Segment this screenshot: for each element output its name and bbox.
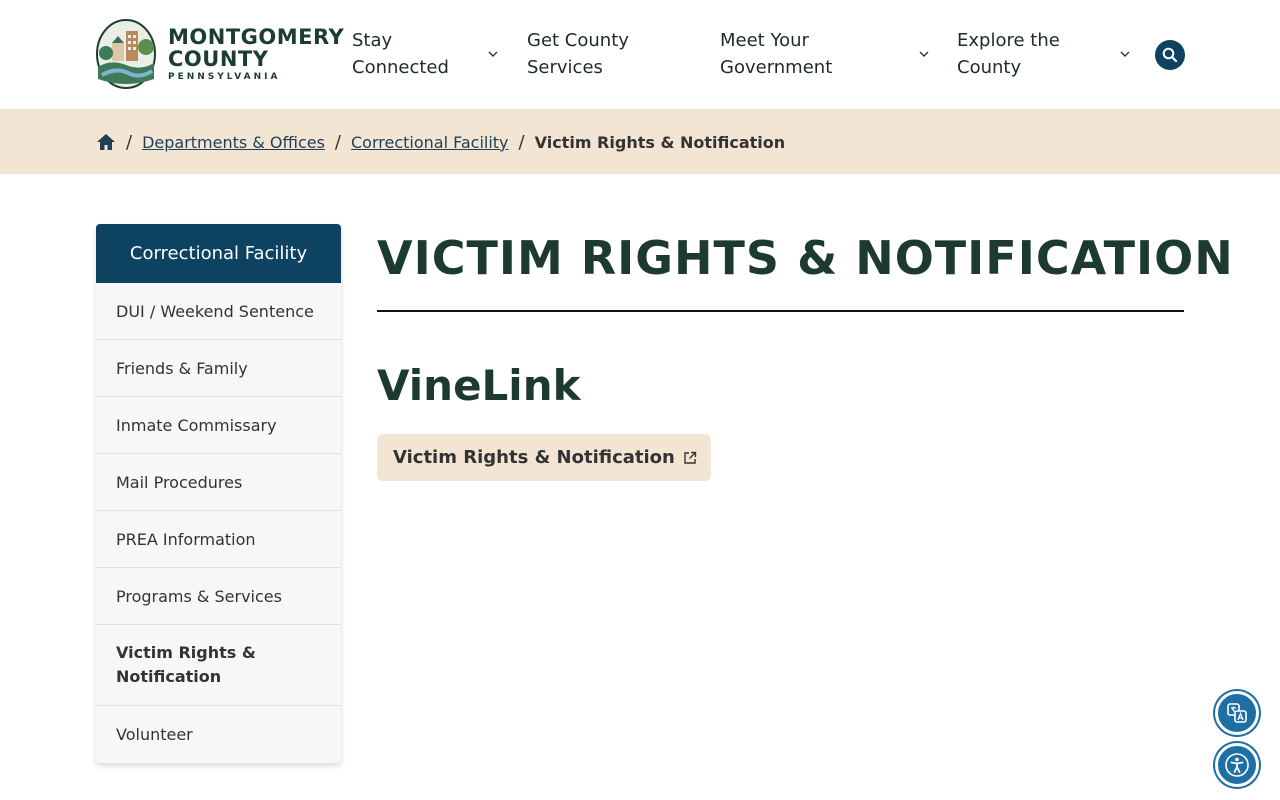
breadcrumb-separator: / [126,131,133,153]
breadcrumb-link-departments[interactable]: Departments & Offices [142,133,325,152]
chevron-down-icon[interactable] [487,48,499,60]
logo-text-pennsylvania: PENNSYLVANIA [168,72,281,82]
logo-text-county: COUNTY [168,47,269,71]
sidebar-item-mail-procedures[interactable]: Mail Procedures [96,454,341,511]
breadcrumb: / Departments & Offices / Correctional F… [96,110,785,174]
nav-label: Get County [527,30,629,51]
accessibility-button[interactable] [1215,743,1259,787]
translate-icon [1227,703,1247,723]
sidebar-item-victim-rights[interactable]: Victim Rights & Notification [96,625,341,706]
breadcrumb-separator: / [518,131,525,153]
search-button[interactable] [1155,40,1185,70]
breadcrumb-link-correctional-facility[interactable]: Correctional Facility [351,133,509,152]
main-content: VICTIM RIGHTS & NOTIFICATION VineLink Vi… [377,224,1233,481]
nav-label: Government [720,57,833,78]
link-button-label: Victim Rights & Notification [393,447,675,468]
breadcrumb-current: Victim Rights & Notification [534,132,786,152]
nav-label: Stay [352,30,393,51]
external-link-icon [684,451,697,464]
sidebar-heading[interactable]: Correctional Facility [96,224,341,283]
search-icon [1162,47,1178,63]
chevron-down-icon[interactable] [1119,48,1131,60]
county-seal-icon [96,19,156,89]
breadcrumb-bar: / Departments & Offices / Correctional F… [0,110,1280,174]
nav-label: Explore the [957,30,1060,51]
chevron-down-icon[interactable] [918,48,930,60]
translate-button[interactable] [1215,691,1259,735]
nav-label: Meet Your [720,30,809,51]
section-title-vinelink: VineLink [377,361,581,410]
nav-label: Connected [352,57,449,78]
nav-meet-your-government[interactable]: Meet Your Government [720,27,832,81]
page-title: VICTIM RIGHTS & NOTIFICATION [377,228,1233,312]
section-sidebar: Correctional Facility DUI / Weekend Sent… [96,224,341,763]
sidebar-item-inmate-commissary[interactable]: Inmate Commissary [96,397,341,454]
site-header: MONTGOMERY COUNTY PENNSYLVANIA Stay Conn… [0,0,1280,110]
sidebar-item-prea-information[interactable]: PREA Information [96,511,341,568]
victim-rights-external-link-button[interactable]: Victim Rights & Notification [377,434,711,481]
nav-get-county-services[interactable]: Get County Services [527,27,629,81]
sidebar-item-volunteer[interactable]: Volunteer [96,706,341,763]
sidebar-item-friends-family[interactable]: Friends & Family [96,340,341,397]
nav-label: County [957,57,1022,78]
sidebar-item-programs-services[interactable]: Programs & Services [96,568,341,625]
accessibility-icon [1225,753,1249,777]
nav-stay-connected[interactable]: Stay Connected [352,27,449,81]
breadcrumb-separator: / [334,131,341,153]
home-icon[interactable] [96,133,116,151]
logo-text-montgomery: MONTGOMERY [168,25,345,49]
nav-label: Services [527,57,603,78]
sidebar-item-dui-weekend-sentence[interactable]: DUI / Weekend Sentence [96,283,341,340]
county-logo[interactable]: MONTGOMERY COUNTY PENNSYLVANIA [96,19,344,89]
nav-explore-the-county[interactable]: Explore the County [957,27,1060,81]
